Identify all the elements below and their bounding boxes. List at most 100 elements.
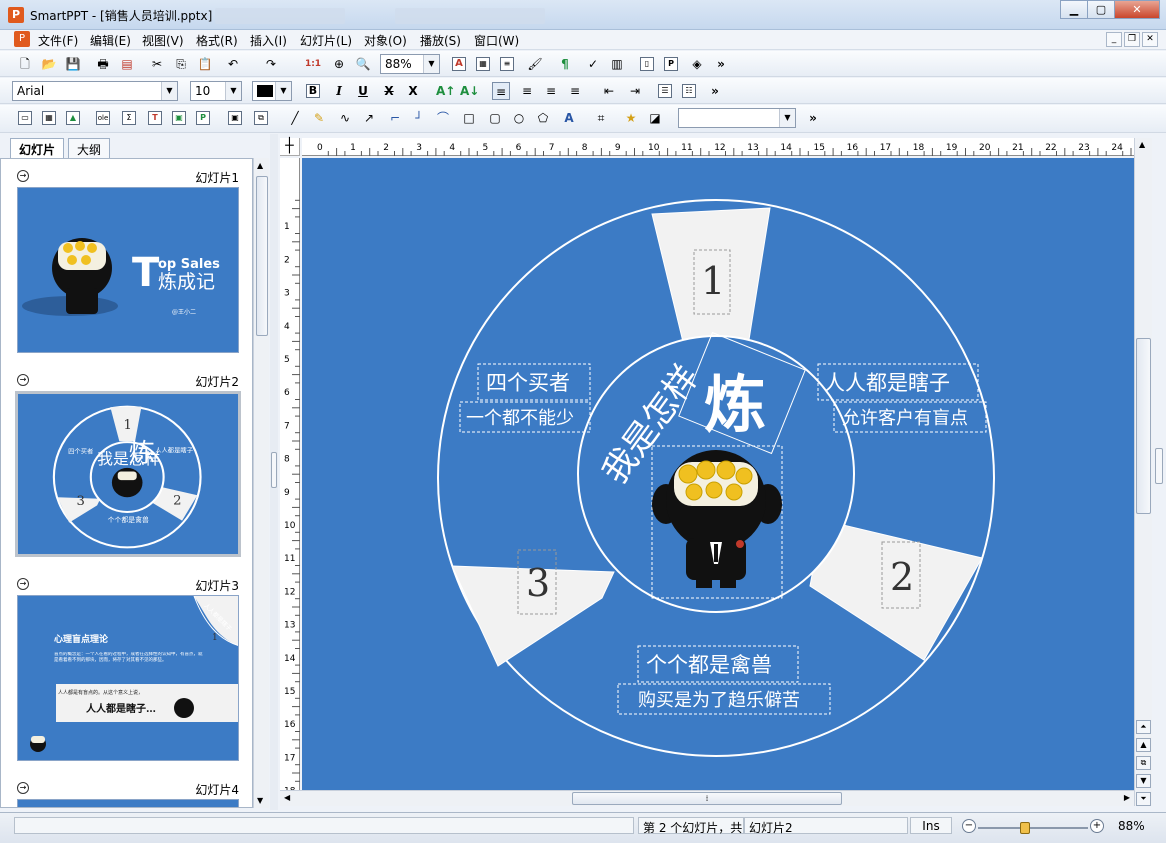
- connector-tool-icon[interactable]: ⌐: [386, 109, 404, 127]
- undo-icon[interactable]: ↶: [224, 55, 242, 73]
- zoom-fit-icon[interactable]: ⊕: [330, 55, 348, 73]
- chevron-down-icon[interactable]: ▼: [423, 55, 439, 73]
- pdf-export-icon[interactable]: ▤: [118, 55, 136, 73]
- italic-icon[interactable]: I: [330, 82, 348, 100]
- copy-icon[interactable]: ⎘: [172, 55, 190, 73]
- list-icon[interactable]: ≡: [500, 57, 514, 71]
- format-painter-icon[interactable]: 🖌: [526, 55, 544, 73]
- bold-icon[interactable]: B: [306, 84, 320, 98]
- align-right-icon[interactable]: ≡: [542, 82, 560, 100]
- chevron-down-icon[interactable]: ▼: [161, 82, 177, 100]
- package-icon[interactable]: ◈: [688, 55, 706, 73]
- justify-icon[interactable]: ≡: [566, 82, 584, 100]
- maximize-button[interactable]: ▢: [1087, 0, 1115, 19]
- toolbar-overflow-icon[interactable]: »: [706, 82, 724, 100]
- strikethrough-icon[interactable]: X: [380, 82, 398, 100]
- splitter-grip[interactable]: [1155, 448, 1163, 484]
- curved-connector-icon[interactable]: ⌒: [434, 109, 452, 127]
- chart-icon[interactable]: ▦: [476, 57, 490, 71]
- insert-chart-icon[interactable]: ▣: [172, 111, 186, 125]
- font-name-select[interactable]: Arial ▼: [12, 81, 178, 101]
- bullet-list-icon[interactable]: ☰: [658, 84, 672, 98]
- first-slide-icon[interactable]: ⏶: [1136, 720, 1151, 734]
- last-slide-icon[interactable]: ⏷: [1136, 792, 1151, 806]
- thumbnail-scrollbar[interactable]: ▲ ▼: [253, 158, 269, 808]
- scrollbar-thumb[interactable]: ⁞: [572, 792, 842, 805]
- crop-icon[interactable]: ⌗: [592, 109, 610, 127]
- tab-slides[interactable]: 幻灯片: [10, 138, 65, 158]
- menu-format[interactable]: 格式(R): [196, 32, 238, 49]
- menu-play[interactable]: 播放(S): [420, 32, 461, 49]
- shrink-font-icon[interactable]: A↓: [460, 82, 479, 100]
- menu-slide[interactable]: 幻灯片(L): [300, 32, 352, 49]
- menu-view[interactable]: 视图(V): [142, 32, 184, 49]
- next-slide-icon[interactable]: ▼: [1136, 774, 1151, 788]
- slide-canvas[interactable]: 1 2 3 我是怎样 炼 四个买者 一个都不能少 人人都是瞎子 允许客户有盲点 …: [302, 158, 1136, 790]
- page-icon[interactable]: ▯: [640, 57, 654, 71]
- wordart-icon[interactable]: A: [560, 109, 578, 127]
- zoom-slider-track[interactable]: [978, 827, 1088, 829]
- insert-formula-icon[interactable]: Σ: [122, 111, 136, 125]
- menu-edit[interactable]: 编辑(E): [90, 32, 131, 49]
- toolbar-overflow-icon[interactable]: »: [712, 55, 730, 73]
- properties-icon[interactable]: P: [664, 57, 678, 71]
- font-size-select[interactable]: 10 ▼: [190, 81, 242, 101]
- chevron-down-icon[interactable]: ▼: [275, 82, 291, 100]
- zoom-slider-handle[interactable]: [1020, 822, 1030, 834]
- menu-file[interactable]: 文件(F): [38, 32, 78, 49]
- chevron-down-icon[interactable]: ▼: [779, 109, 795, 127]
- panel-splitter[interactable]: [270, 134, 278, 810]
- group-icon[interactable]: ⧉: [254, 111, 268, 125]
- chevron-up-icon[interactable]: ▲: [1139, 140, 1145, 149]
- insert-frame-icon[interactable]: ▭: [18, 111, 32, 125]
- rounded-rect-tool-icon[interactable]: ▢: [486, 109, 504, 127]
- zoom-in-icon[interactable]: +: [1090, 819, 1104, 833]
- elbow-connector-icon[interactable]: ┘: [410, 109, 428, 127]
- spellcheck-icon[interactable]: ✓: [584, 55, 602, 73]
- pencil-tool-icon[interactable]: ✎: [310, 109, 328, 127]
- canvas-vertical-scrollbar[interactable]: ▲: [1134, 138, 1152, 806]
- grow-font-icon[interactable]: A↑: [436, 82, 455, 100]
- actual-size-icon[interactable]: 1:1: [304, 55, 322, 73]
- effects-star-icon[interactable]: ★: [622, 109, 640, 127]
- slide-thumbnail-2[interactable]: 1 2 3 我是怎样 炼 四个买者 人人都是瞎子 个个都是禽兽: [15, 391, 241, 557]
- underline-icon[interactable]: U: [354, 82, 372, 100]
- new-file-icon[interactable]: 🗋: [16, 55, 34, 73]
- paste-icon[interactable]: 📋: [196, 55, 214, 73]
- insert-text-icon[interactable]: T: [148, 111, 162, 125]
- open-folder-icon[interactable]: 📂: [40, 55, 58, 73]
- slide-thumbnail-4[interactable]: [17, 799, 239, 807]
- increase-indent-icon[interactable]: ⇥: [626, 82, 644, 100]
- menu-window[interactable]: 窗口(W): [474, 32, 519, 49]
- text-box-icon[interactable]: A: [452, 57, 466, 71]
- slide-thumbnail-3[interactable]: 1 人人都是瞎子 心理盲点理论 盲点的概念是：一个人在看的过程中，或者在选择性的…: [17, 595, 239, 761]
- previous-slide-icon[interactable]: ▲: [1136, 738, 1151, 752]
- scrollbar-thumb[interactable]: [256, 176, 268, 336]
- decrease-indent-icon[interactable]: ⇤: [600, 82, 618, 100]
- line-tool-icon[interactable]: ╱: [286, 109, 304, 127]
- shadow-icon[interactable]: ◪: [646, 109, 664, 127]
- mdi-minimize-button[interactable]: _: [1106, 32, 1122, 47]
- zoom-out-icon[interactable]: −: [962, 819, 976, 833]
- shapes-tool-icon[interactable]: ⬠: [534, 109, 552, 127]
- numbered-list-icon[interactable]: ☷: [682, 84, 696, 98]
- toolbar-overflow-icon[interactable]: »: [804, 109, 822, 127]
- insert-mode[interactable]: Ins: [910, 817, 952, 834]
- ellipse-tool-icon[interactable]: ○: [510, 109, 528, 127]
- close-button[interactable]: ✕: [1114, 0, 1160, 19]
- mdi-close-button[interactable]: ✕: [1142, 32, 1158, 47]
- clear-format-icon[interactable]: X: [404, 82, 422, 100]
- insert-table-icon[interactable]: ▦: [42, 111, 56, 125]
- style-select[interactable]: ▼: [678, 108, 796, 128]
- print-icon[interactable]: 🖶: [94, 55, 112, 73]
- slide-thumbnail-1[interactable]: T op Sales 炼成记 @王小二: [17, 187, 239, 353]
- align-center-icon[interactable]: ≡: [518, 82, 536, 100]
- rectangle-tool-icon[interactable]: □: [460, 109, 478, 127]
- insert-page-icon[interactable]: P: [196, 111, 210, 125]
- zoom-select[interactable]: 88% ▼: [380, 54, 440, 74]
- tab-outline[interactable]: 大纲: [68, 138, 111, 158]
- cut-icon[interactable]: ✂: [148, 55, 166, 73]
- mdi-restore-button[interactable]: ❐: [1124, 32, 1140, 47]
- curve-tool-icon[interactable]: ∿: [336, 109, 354, 127]
- font-color-select[interactable]: ▼: [252, 81, 292, 101]
